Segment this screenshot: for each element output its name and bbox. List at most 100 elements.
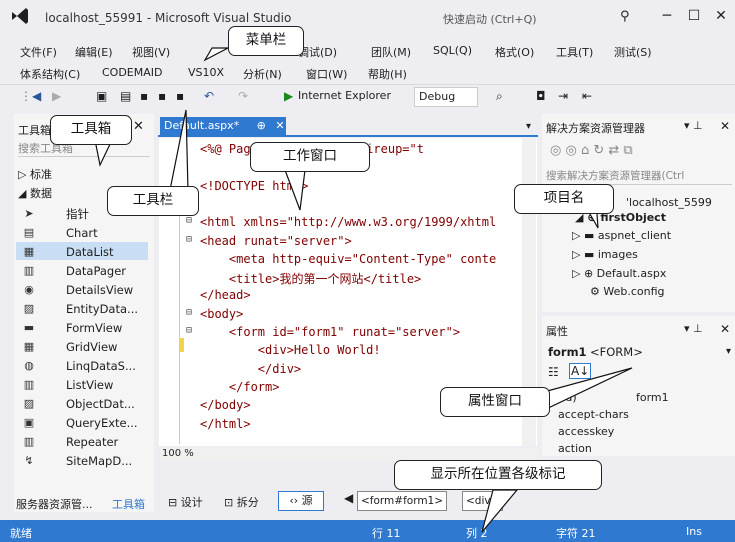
code-line[interactable]: </head> xyxy=(200,288,251,302)
node-aspnet-client[interactable]: ▷ ▬ aspnet_client xyxy=(572,229,671,242)
find-icon[interactable]: ⌕ xyxy=(496,89,503,104)
properties-pin-icon[interactable]: ▾ ⊥ xyxy=(684,322,703,335)
menu-architecture[interactable]: 体系结构(C) xyxy=(20,66,80,82)
menu-format[interactable]: 格式(O) xyxy=(495,44,534,60)
code-line[interactable]: <meta http-equiv="Content-Type" conte xyxy=(200,252,496,266)
minimize-button[interactable]: ─ xyxy=(656,6,678,26)
menu-analyze[interactable]: 分析(N) xyxy=(243,66,282,82)
toolbox-item[interactable]: LinqDataS... xyxy=(66,357,136,375)
code-line[interactable]: <title>我的第一个网站</title> xyxy=(200,270,421,287)
menu-help[interactable]: 帮助(H) xyxy=(368,66,407,82)
toolbox-item[interactable]: Repeater xyxy=(66,433,118,451)
pin-icon[interactable]: ⊕ xyxy=(257,119,266,132)
split-view-button[interactable]: ⊡ 拆分 xyxy=(224,494,259,510)
code-line[interactable]: <div>Hello World! xyxy=(200,343,381,357)
menu-file[interactable]: 文件(F) xyxy=(20,44,57,60)
alphabetical-icon[interactable]: A↓ xyxy=(569,363,592,379)
bookmark-icon[interactable]: ◘ xyxy=(536,89,546,103)
code-line[interactable]: <html xmlns="http://www.w3.org/1999/xhtm… xyxy=(200,215,496,229)
toolbox-group-data[interactable]: ◢ 数据 xyxy=(18,185,52,201)
toolbox-item[interactable]: DetailsView xyxy=(66,281,133,299)
code-line[interactable]: <body> xyxy=(200,307,243,321)
redo-icon[interactable]: ↷ xyxy=(238,89,248,103)
tab-close-icon[interactable]: ✕ xyxy=(275,119,284,132)
code-line[interactable]: </body> xyxy=(200,398,251,412)
toolbox-item[interactable]: 指针 xyxy=(66,205,89,223)
fold-toggle-icon[interactable]: ⊟ xyxy=(186,325,192,336)
start-debug-icon[interactable]: ▶ xyxy=(284,89,293,103)
tab-dropdown-icon[interactable]: ▾ xyxy=(526,121,531,132)
toolbox-item[interactable]: FormView xyxy=(66,319,122,337)
breadcrumb-div[interactable]: <div> xyxy=(462,491,504,511)
toolbox-item[interactable]: QueryExte... xyxy=(66,414,138,432)
undo-icon[interactable]: ↶ xyxy=(204,89,214,103)
solution-toolbar-icons[interactable]: ◎ ◎ ⌂ ↻ ⇄ ⧉ xyxy=(550,143,633,158)
save-icon[interactable]: ▪ xyxy=(140,89,148,103)
code-line[interactable]: <head runat="server"> xyxy=(200,234,352,248)
fold-toggle-icon[interactable]: ⊟ xyxy=(186,215,192,226)
menu-test[interactable]: 测试(S) xyxy=(614,44,652,60)
toolbox-close-icon[interactable]: ✕ xyxy=(133,119,144,134)
code-line[interactable]: <!DOCTYPE html> xyxy=(200,179,308,193)
callout-project: 项目名 xyxy=(514,184,614,214)
prev-bookmark-icon[interactable]: ⇤ xyxy=(582,89,592,103)
menu-tools[interactable]: 工具(T) xyxy=(556,44,593,60)
code-line[interactable]: </html> xyxy=(200,417,251,431)
toolbox-item[interactable]: ObjectDat... xyxy=(66,395,135,413)
toolbox-item[interactable]: Chart xyxy=(66,224,98,242)
forward-icon[interactable]: ▶ xyxy=(52,89,61,103)
properties-close-icon[interactable]: ✕ xyxy=(720,322,730,336)
tab-toolbox[interactable]: 工具箱 xyxy=(112,496,145,512)
categorized-icon[interactable]: ☷ xyxy=(548,365,559,379)
code-line[interactable]: </div> xyxy=(200,362,301,376)
back-icon[interactable]: ◀ xyxy=(32,89,41,103)
source-view-button[interactable]: ‹› 源 xyxy=(278,491,324,511)
close-button[interactable]: ✕ xyxy=(710,6,732,26)
new-project-icon[interactable]: ▣ xyxy=(96,89,107,103)
tab-server-explorer[interactable]: 服务器资源管... xyxy=(16,496,93,512)
menu-team[interactable]: 团队(M) xyxy=(371,44,411,60)
menu-sql[interactable]: SQL(Q) xyxy=(433,44,472,57)
code-line[interactable]: <form id="form1" runat="server"> xyxy=(200,325,460,339)
open-file-icon[interactable]: ▤ xyxy=(120,89,131,103)
zoom-select[interactable]: 100 % xyxy=(162,448,194,459)
browser-select[interactable]: Internet Explorer xyxy=(298,89,391,102)
properties-object-dropdown-icon[interactable]: ▾ xyxy=(726,346,731,357)
fold-toggle-icon[interactable]: ⊟ xyxy=(186,234,192,245)
design-view-button[interactable]: ⊟ 设计 xyxy=(168,494,203,510)
maximize-button[interactable]: ☐ xyxy=(683,6,705,26)
node-web-config[interactable]: ⚙ Web.config xyxy=(590,285,665,298)
fold-toggle-icon[interactable]: ⊟ xyxy=(186,307,192,318)
breadcrumb-form[interactable]: <form#form1> xyxy=(357,491,448,511)
quick-launch-input[interactable]: 快速启动 (Ctrl+Q) xyxy=(443,11,537,27)
configuration-select[interactable]: Debug xyxy=(414,87,478,107)
toolbox-item[interactable]: SiteMapD... xyxy=(66,452,132,470)
search-icon[interactable]: ⚲ xyxy=(620,9,630,24)
toolbox-item[interactable]: DataList xyxy=(66,243,114,261)
change-marker xyxy=(180,338,184,352)
menu-view[interactable]: 视图(V) xyxy=(132,44,170,60)
solution-search-input[interactable]: 搜索解决方案资源管理器(Ctrl xyxy=(546,168,732,185)
toolbox-item[interactable]: GridView xyxy=(66,338,117,356)
status-col: 列 2 xyxy=(466,527,488,540)
toolbox-item[interactable]: DataPager xyxy=(66,262,126,280)
node-images[interactable]: ▷ ▬ images xyxy=(572,248,638,261)
node-default-aspx[interactable]: ▷ ⊕ Default.aspx xyxy=(572,267,666,280)
menu-window[interactable]: 窗口(W) xyxy=(306,66,347,82)
breadcrumb-back-icon[interactable]: ◀ xyxy=(344,491,353,505)
next-bookmark-icon[interactable]: ⇥ xyxy=(558,89,568,103)
property-value[interactable]: form1 xyxy=(636,391,669,404)
menu-codemaid[interactable]: CODEMAID xyxy=(102,66,163,79)
code-line[interactable]: </form> xyxy=(200,380,280,394)
solution-close-icon[interactable]: ✕ xyxy=(720,119,730,133)
tab-default-aspx[interactable]: Default.aspx* ⊕ ✕ xyxy=(160,117,286,135)
toolbox-group-standard[interactable]: ▷ 标准 xyxy=(18,166,52,182)
toolbox-item[interactable]: ListView xyxy=(66,376,113,394)
menu-edit[interactable]: 编辑(E) xyxy=(75,44,113,60)
solution-project-node[interactable]: 'localhost_5599 xyxy=(626,196,712,209)
toolbox-item[interactable]: EntityData... xyxy=(66,300,138,318)
solution-pin-icon[interactable]: ▾ ⊥ xyxy=(684,119,703,132)
menu-vs10x[interactable]: VS10X xyxy=(188,66,224,79)
save-all-icon[interactable]: ▪ xyxy=(158,89,166,103)
save-all-alt-icon[interactable]: ▪ xyxy=(176,89,184,103)
